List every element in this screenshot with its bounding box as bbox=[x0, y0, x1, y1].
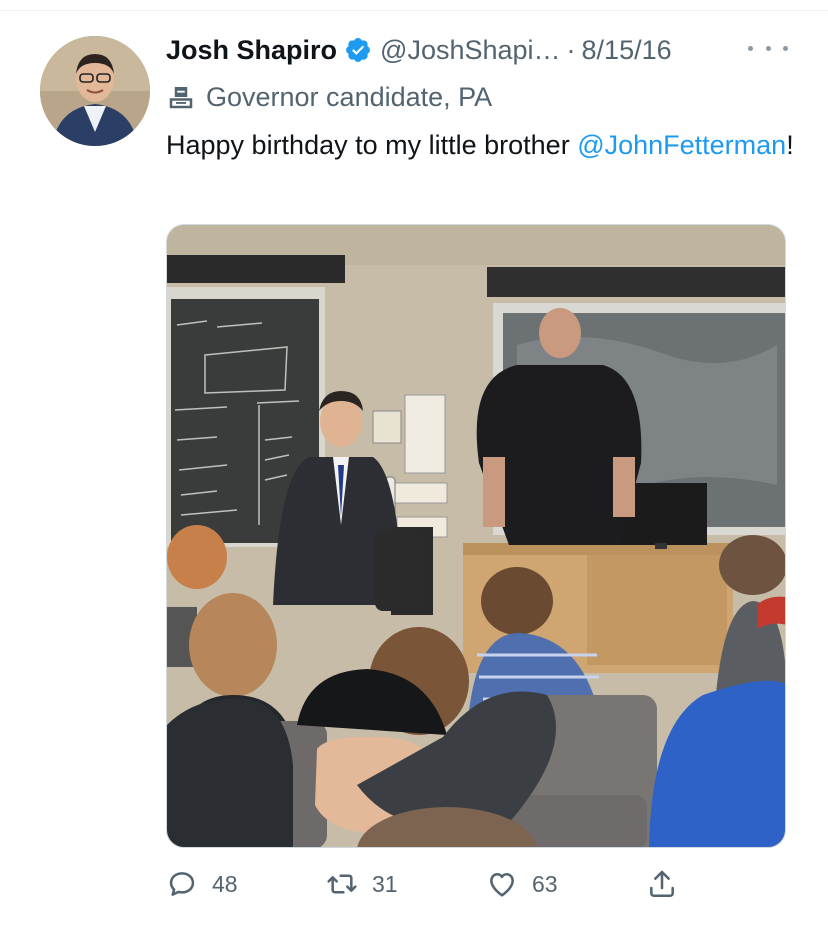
label-text: Governor candidate, PA bbox=[206, 81, 493, 112]
mention-link[interactable]: @JohnFetterman bbox=[577, 130, 786, 160]
reply-count: 48 bbox=[212, 870, 238, 897]
retweet-button[interactable]: 31 bbox=[326, 862, 398, 906]
account-label: Governor candidate, PA bbox=[166, 78, 492, 116]
tweet-text-body: Happy birthday to my little brother bbox=[166, 130, 578, 160]
tweet-header: Josh Shapiro @JoshShapi… · 8/15/16 bbox=[166, 30, 672, 70]
avatar[interactable] bbox=[40, 36, 150, 146]
tweet-actions: 48 31 63 bbox=[166, 862, 786, 906]
top-divider bbox=[0, 10, 828, 11]
header-separator: · bbox=[566, 34, 576, 65]
reply-button[interactable]: 48 bbox=[166, 862, 238, 906]
retweet-icon bbox=[327, 874, 357, 894]
tweet-text-end: ! bbox=[786, 130, 794, 160]
tweet-text: Happy birthday to my little brother @Joh… bbox=[166, 125, 796, 166]
author-name[interactable]: Josh Shapiro bbox=[166, 35, 337, 66]
share-icon bbox=[650, 870, 674, 897]
reply-icon bbox=[169, 872, 195, 896]
share-button[interactable] bbox=[646, 862, 678, 906]
retweet-count: 31 bbox=[372, 870, 398, 897]
author-handle[interactable]: @JoshShapi… bbox=[380, 35, 561, 66]
heart-icon bbox=[490, 873, 514, 897]
tweet-date[interactable]: 8/15/16 bbox=[582, 35, 672, 66]
verified-badge-icon bbox=[346, 38, 370, 62]
like-button[interactable]: 63 bbox=[486, 862, 558, 906]
tweet-photo[interactable] bbox=[166, 224, 786, 848]
like-count: 63 bbox=[532, 870, 558, 897]
more-options-icon[interactable] bbox=[748, 36, 788, 60]
ballot-box-icon bbox=[169, 87, 193, 109]
